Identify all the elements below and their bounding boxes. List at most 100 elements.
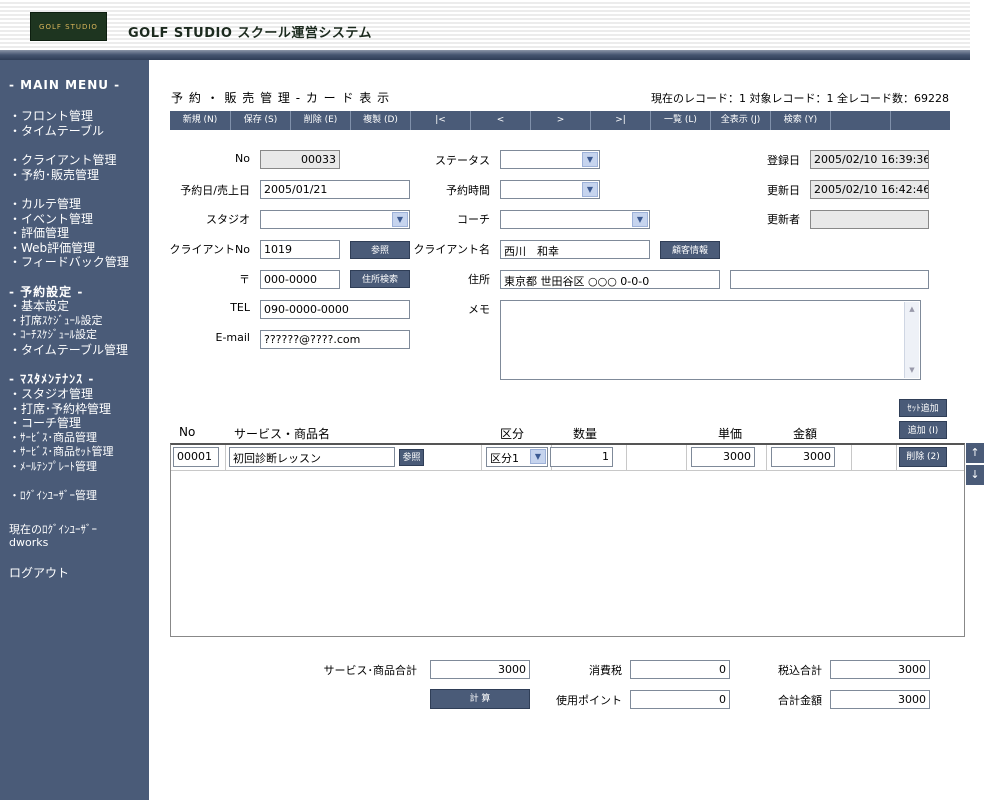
client-name-label: クライアント名 xyxy=(413,243,490,256)
search-button[interactable]: 検索 (Y) xyxy=(770,111,830,130)
sidebar-item-feedback[interactable]: ・フィードバック管理 xyxy=(9,253,129,270)
list-button[interactable]: 一覧 (L) xyxy=(650,111,710,130)
col-header-amount: 金額 xyxy=(793,427,818,441)
row-no-input[interactable]: 00001 xyxy=(173,447,219,467)
client-name-input[interactable]: 西川 和幸 xyxy=(500,240,650,259)
move-down-button[interactable]: ↓ xyxy=(966,465,984,485)
reserve-date-label: 予約日/売上日 xyxy=(180,184,250,197)
sidebar: - MAIN MENU - ・フロント管理 ・タイムテーブル ・クライアント管理… xyxy=(0,60,149,800)
status-label: ステータス xyxy=(435,154,490,167)
updater-field xyxy=(810,210,929,229)
client-ref-button[interactable]: 参照 xyxy=(350,241,410,259)
move-up-button[interactable]: ↑ xyxy=(966,443,984,463)
reserve-time-label: 予約時間 xyxy=(446,184,490,197)
row-ref-button[interactable]: 参照 xyxy=(399,449,424,466)
registered-date-label: 登録日 xyxy=(767,154,800,167)
address2-input[interactable] xyxy=(730,270,929,289)
tax-included-total-label: 税込合計 xyxy=(778,664,822,677)
client-no-label: クライアントNo xyxy=(169,243,250,256)
email-input[interactable]: ??????@????.com xyxy=(260,330,410,349)
memo-scrollbar[interactable]: ▲ ▼ xyxy=(904,302,919,378)
tax-field: 0 xyxy=(630,660,730,679)
zip-input[interactable]: 000-0000 xyxy=(260,270,340,289)
service-total-field: 3000 xyxy=(430,660,530,679)
updater-label: 更新者 xyxy=(767,213,800,226)
updated-date-field: 2005/02/10 16:42:46 xyxy=(810,180,929,199)
calculate-button[interactable]: 計 算 xyxy=(430,689,530,709)
sidebar-item-timetable[interactable]: ・タイムテーブル xyxy=(9,122,104,139)
app-title: GOLF STUDIO スクール運営システム xyxy=(128,26,373,41)
points-input[interactable]: 0 xyxy=(630,690,730,709)
grand-total-label: 合計金額 xyxy=(778,694,822,707)
next-record-button[interactable]: > xyxy=(530,111,590,130)
registered-date-field: 2005/02/10 16:39:36 xyxy=(810,150,929,169)
new-button[interactable]: 新規 (N) xyxy=(170,111,230,130)
sidebar-item-login-user[interactable]: ・ﾛｸﾞｲﾝﾕｰｻﾞｰ管理 xyxy=(9,487,97,503)
grand-total-field: 3000 xyxy=(830,690,930,709)
sidebar-item-reservation-sales[interactable]: ・予約･販売管理 xyxy=(9,166,99,183)
reserve-date-input[interactable]: 2005/01/21 xyxy=(260,180,410,199)
updated-date-label: 更新日 xyxy=(767,184,800,197)
studio-select[interactable]: ▼ xyxy=(260,210,410,229)
memo-textarea[interactable]: ▲ ▼ xyxy=(500,300,921,380)
chevron-down-icon: ▼ xyxy=(582,182,598,197)
app-header: GOLF STUDIO GOLF STUDIO スクール運営システム xyxy=(0,0,970,50)
tel-label: TEL xyxy=(230,301,250,314)
last-record-button[interactable]: >| xyxy=(590,111,650,130)
row-category-select[interactable]: 区分1 ▼ xyxy=(486,447,548,467)
sidebar-item-mail-template[interactable]: ・ﾒｰﾙﾃﾝﾌﾟﾚｰﾄ管理 xyxy=(9,458,97,474)
no-field: 00033 xyxy=(260,150,340,169)
col-header-no: No xyxy=(179,425,196,439)
email-label: E-mail xyxy=(215,331,251,344)
logout-link[interactable]: ログアウト xyxy=(9,564,69,581)
sidebar-item-service-product-set[interactable]: ・ｻｰﾋﾞｽ･商品ｾｯﾄ管理 xyxy=(9,443,114,459)
status-select[interactable]: ▼ xyxy=(500,150,600,169)
set-add-button[interactable]: ｾｯﾄ追加 xyxy=(899,399,947,417)
scroll-up-icon[interactable]: ▲ xyxy=(906,303,918,316)
current-user-label: 現在のﾛｸﾞｲﾝﾕｰｻﾞｰ xyxy=(9,523,97,536)
row-amount-field: 3000 xyxy=(771,447,835,467)
address-label: 住所 xyxy=(468,273,490,286)
main-menu-title: - MAIN MENU - xyxy=(9,78,121,92)
coach-select[interactable]: ▼ xyxy=(500,210,650,229)
scroll-down-icon[interactable]: ▼ xyxy=(906,364,918,377)
col-header-category: 区分 xyxy=(500,427,525,441)
delete-button[interactable]: 削除 (E) xyxy=(290,111,350,130)
no-label: No xyxy=(235,152,250,165)
chevron-down-icon: ▼ xyxy=(632,212,648,227)
col-header-name: サービス・商品名 xyxy=(234,427,331,441)
address-input[interactable]: 東京都 世田谷区 ○○○ 0-0-0 xyxy=(500,270,720,289)
coach-label: コーチ xyxy=(457,213,490,226)
add-item-button[interactable]: 追加 (I) xyxy=(899,421,947,439)
save-button[interactable]: 保存 (S) xyxy=(230,111,290,130)
items-table: 00001 初回診断レッスン 参照 区分1 ▼ 1 3000 3000 削除 (2… xyxy=(170,443,965,637)
chevron-down-icon: ▼ xyxy=(530,449,546,464)
tax-label: 消費税 xyxy=(589,664,622,677)
points-label: 使用ポイント xyxy=(556,694,622,707)
row-qty-input[interactable]: 1 xyxy=(550,447,613,467)
row-name-input[interactable]: 初回診断レッスン xyxy=(229,447,395,467)
address-search-button[interactable]: 住所検索 xyxy=(350,270,410,288)
table-row: 00001 初回診断レッスン 参照 区分1 ▼ 1 3000 3000 削除 (2… xyxy=(171,445,964,471)
tax-included-total-field: 3000 xyxy=(830,660,930,679)
row-delete-button[interactable]: 削除 (2) xyxy=(899,447,947,467)
header-divider xyxy=(0,50,970,60)
show-all-button[interactable]: 全表示 (J) xyxy=(710,111,770,130)
row-unit-price-input[interactable]: 3000 xyxy=(691,447,755,467)
reserve-time-select[interactable]: ▼ xyxy=(500,180,600,199)
sidebar-item-timetable-mgmt[interactable]: ・タイムテーブル管理 xyxy=(9,341,128,358)
service-total-label: サービス･商品合計 xyxy=(323,664,418,677)
toolbar-blank-2 xyxy=(890,111,950,130)
client-no-input[interactable]: 1019 xyxy=(260,240,340,259)
customer-info-button[interactable]: 顧客情報 xyxy=(660,241,720,259)
duplicate-button[interactable]: 複製 (D) xyxy=(350,111,410,130)
page-title: 予 約 ・ 販 売 管 理 - カ ー ド 表 示 xyxy=(171,91,391,105)
sidebar-item-coach-schedule[interactable]: ・ｺｰﾁｽｹｼﾞｭｰﾙ設定 xyxy=(9,326,97,342)
zip-label: 〒 xyxy=(239,273,250,286)
golf-studio-logo: GOLF STUDIO xyxy=(30,12,107,41)
first-record-button[interactable]: |< xyxy=(410,111,470,130)
tel-input[interactable]: 090-0000-0000 xyxy=(260,300,410,319)
record-toolbar: 新規 (N) 保存 (S) 削除 (E) 複製 (D) |< < > >| 一覧… xyxy=(170,111,950,130)
prev-record-button[interactable]: < xyxy=(470,111,530,130)
col-header-qty: 数量 xyxy=(573,427,598,441)
